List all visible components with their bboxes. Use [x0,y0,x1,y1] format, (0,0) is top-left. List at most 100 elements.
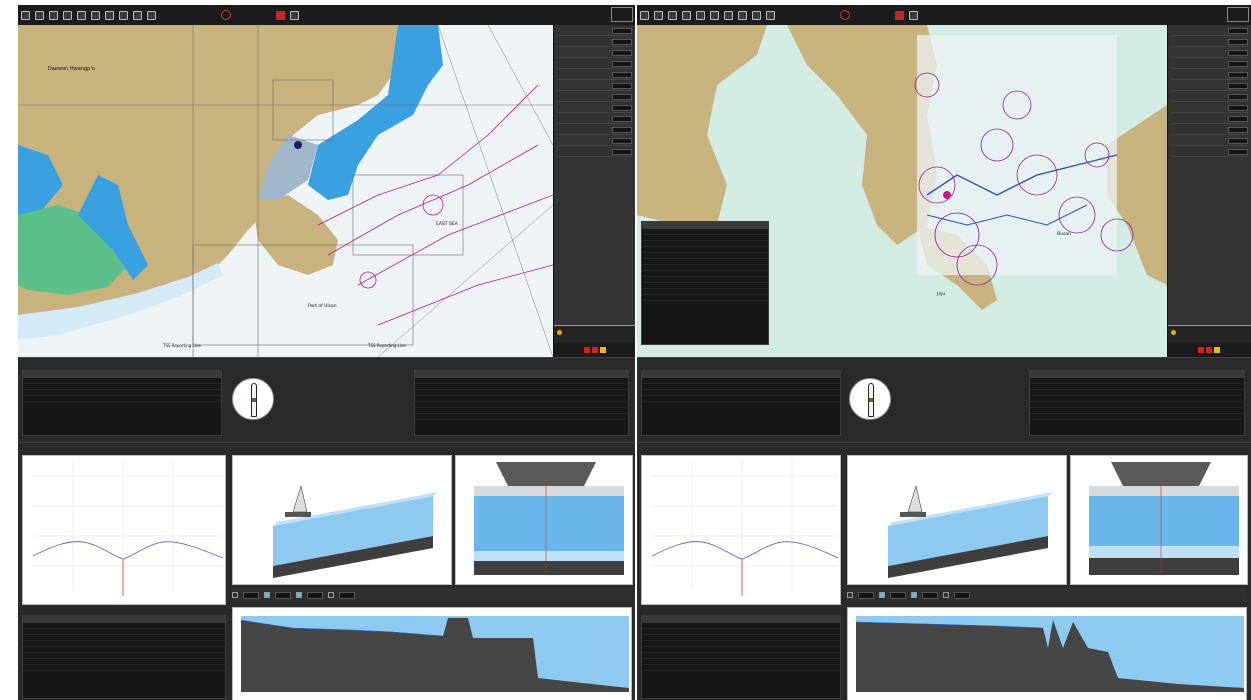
tool-button[interactable] [63,10,72,20]
settings-icon[interactable] [909,10,918,20]
alert-panel[interactable] [554,325,635,343]
chart-label: EAST SEA [436,221,459,227]
value-box[interactable] [612,83,632,89]
cross-section-view [1070,455,1248,585]
value-box[interactable] [1228,138,1248,144]
tool-button[interactable] [766,10,775,20]
alarm-icon[interactable] [895,10,904,20]
settings-icon[interactable] [49,10,58,20]
value-box[interactable] [612,39,632,45]
table-row[interactable] [23,665,225,671]
value-box[interactable] [1228,28,1248,34]
status-bar [554,343,635,357]
chart-label: TSS Reporting Line [162,343,201,348]
layers-icon[interactable] [654,10,663,20]
panel-row [557,71,632,80]
alert-icon [1171,330,1176,335]
value-box[interactable] [1228,149,1248,155]
close-icon[interactable] [710,10,719,20]
layer-checkbox[interactable] [328,592,334,598]
value-box[interactable] [1228,116,1248,122]
alert-panel[interactable] [1168,325,1251,343]
layer-value[interactable] [307,591,323,599]
tide-plot [641,455,841,605]
layer-value[interactable] [243,591,259,599]
value-box[interactable] [612,149,632,155]
table-row[interactable] [23,396,221,402]
menu-icon[interactable] [640,10,649,20]
top-toolbar [18,5,635,25]
value-box[interactable] [612,28,632,34]
layer-value[interactable] [339,591,355,599]
chart-label: Daewon Hwangp'o [48,66,95,72]
value-box[interactable] [1228,105,1248,111]
layer-checkbox[interactable] [296,592,302,598]
tool-button[interactable] [77,10,86,20]
layer-checkbox[interactable] [879,592,885,598]
value-box[interactable] [612,61,632,67]
close-icon[interactable] [91,10,100,20]
alarm-indicator [1206,347,1212,353]
tool-button[interactable] [105,10,114,20]
value-box[interactable] [612,105,632,111]
panel-row [1171,49,1248,58]
table-row[interactable] [415,414,628,420]
value-box[interactable] [1228,39,1248,45]
value-box[interactable] [1228,50,1248,56]
value-box[interactable] [1228,83,1248,89]
menu-icon[interactable] [21,10,30,20]
settings-icon[interactable] [668,10,677,20]
route-table [1029,370,1245,436]
layer-checkbox[interactable] [911,592,917,598]
value-box[interactable] [1228,61,1248,67]
value-box[interactable] [612,138,632,144]
layer-value[interactable] [890,591,906,599]
info-row [18,357,635,442]
layer-value[interactable] [922,591,938,599]
layer-value[interactable] [954,591,970,599]
layer-checkbox[interactable] [943,592,949,598]
value-box[interactable] [612,94,632,100]
tool-button[interactable] [696,10,705,20]
value-box[interactable] [1228,94,1248,100]
tool-button[interactable] [682,10,691,20]
value-box[interactable] [612,72,632,78]
anchor-icon[interactable] [119,10,128,20]
value-box[interactable] [1228,127,1248,133]
layers-icon[interactable] [35,10,44,20]
table-header [642,371,840,378]
info-row [637,357,1251,442]
alarm-icon[interactable] [276,10,285,20]
value-box[interactable] [612,50,632,56]
table-row[interactable] [642,665,840,671]
table-header [1030,371,1244,378]
tool-button[interactable] [724,10,733,20]
table-row[interactable] [1030,414,1244,420]
layer-value[interactable] [275,591,291,599]
power-icon[interactable] [221,10,231,20]
layer-checkbox[interactable] [847,592,853,598]
tool-button[interactable] [133,10,142,20]
tool-button[interactable] [752,10,761,20]
nautical-chart[interactable]: Daewon Hwangp'o EAST SEA Port of Ulsan T… [18,25,553,357]
layer-value[interactable] [858,591,874,599]
3d-channel-view [847,455,1067,585]
nautical-chart[interactable]: Busan Jeju [637,25,1167,357]
power-icon[interactable] [840,10,850,20]
tool-button[interactable] [147,10,156,20]
table-row[interactable] [642,295,768,301]
panel-row [557,148,632,157]
table-row[interactable] [642,396,840,402]
value-box[interactable] [612,127,632,133]
layer-checkbox[interactable] [232,592,238,598]
settings-icon[interactable] [290,10,299,20]
panel-row [557,27,632,36]
layer-checkbox[interactable] [264,592,270,598]
value-box[interactable] [612,116,632,122]
mode-indicator[interactable] [1227,7,1249,22]
anchor-icon[interactable] [738,10,747,20]
mode-indicator[interactable] [611,7,633,22]
3d-channel-canvas [273,485,438,578]
table-header [23,616,225,623]
value-box[interactable] [1228,72,1248,78]
